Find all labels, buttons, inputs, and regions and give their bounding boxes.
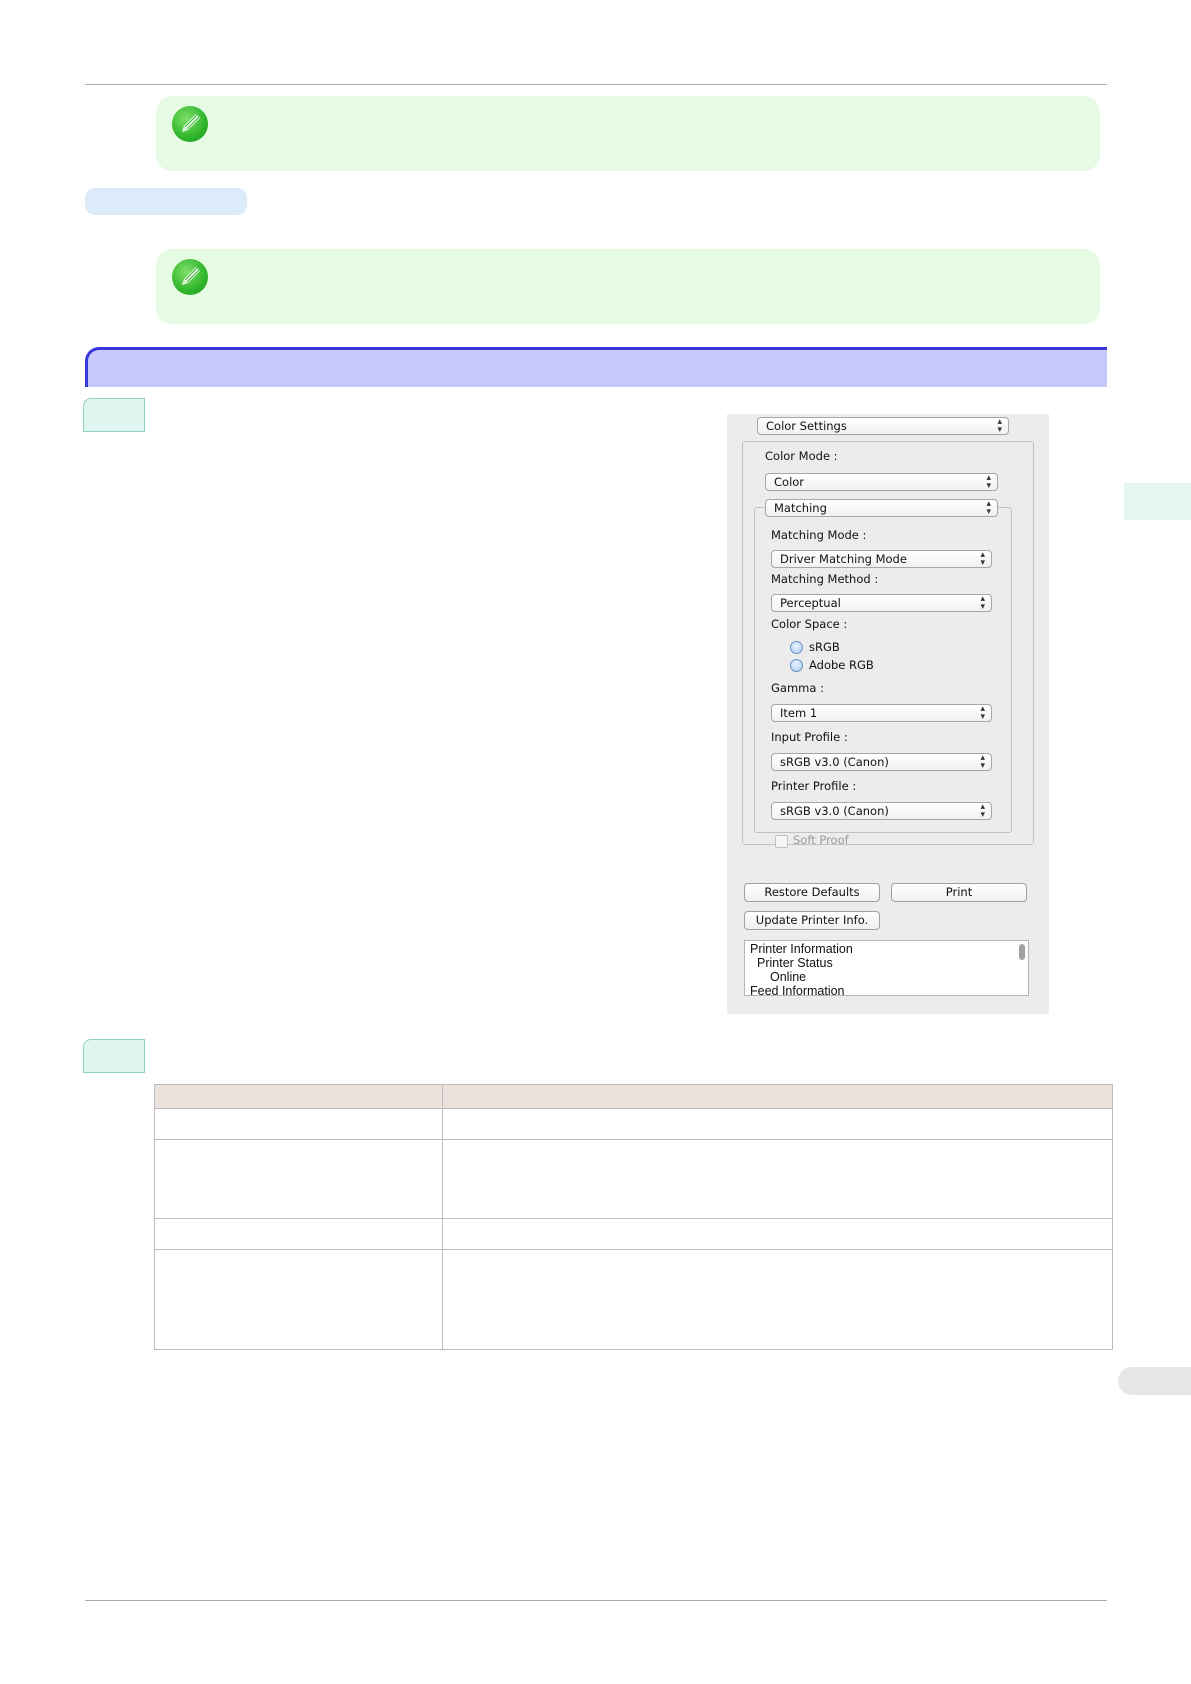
restore-defaults-button[interactable]: Restore Defaults [744, 883, 880, 902]
printer-profile-value: sRGB v3.0 (Canon) [780, 804, 889, 818]
updown-arrows-icon: ▴ ▾ [980, 704, 985, 722]
matching-method-value: Perceptual [780, 596, 841, 610]
page-side-tab [1118, 1367, 1191, 1395]
color-mode-popup[interactable]: Color ▴ ▾ [765, 473, 998, 491]
pencil-note-icon [172, 106, 208, 142]
step-badge [83, 1039, 145, 1073]
note-box [156, 96, 1100, 171]
input-profile-label: Input Profile : [771, 730, 848, 744]
gamma-value: Item 1 [780, 706, 818, 720]
matching-mode-popup[interactable]: Driver Matching Mode ▴ ▾ [771, 550, 992, 568]
table-header-row [154, 1084, 1113, 1109]
section-popup[interactable]: Color Settings ▴ ▾ [757, 417, 1009, 435]
section-popup-label: Color Settings [766, 419, 847, 433]
chapter-side-tab [1124, 483, 1191, 520]
step-badge [83, 398, 145, 432]
matching-popup[interactable]: Matching ▴ ▾ [765, 499, 998, 517]
section-heading-bar [85, 347, 1107, 387]
table-cell [442, 1218, 1113, 1250]
color-mode-value: Color [774, 475, 805, 489]
printer-info-list[interactable]: Printer Information Printer Status Onlin… [744, 940, 1029, 996]
header-rule [85, 84, 1107, 85]
updown-arrows-icon: ▴ ▾ [986, 499, 991, 517]
print-dialog-panel: Color Settings ▴ ▾ Color Mode : Color ▴ ▾ … [727, 414, 1049, 1014]
print-button[interactable]: Print [891, 883, 1027, 902]
table-cell [154, 1249, 443, 1350]
matching-mode-label: Matching Mode : [771, 528, 867, 542]
matching-method-label: Matching Method : [771, 572, 879, 586]
input-profile-popup[interactable]: sRGB v3.0 (Canon) ▴ ▾ [771, 753, 992, 771]
soft-proof-checkbox[interactable] [775, 835, 788, 848]
updown-arrows-icon: ▴ ▾ [986, 473, 991, 491]
printer-profile-label: Printer Profile : [771, 779, 857, 793]
soft-proof-label: Soft Proof [793, 833, 849, 847]
matching-popup-label: Matching [774, 501, 827, 515]
updown-arrows-icon: ▴ ▾ [980, 550, 985, 568]
pencil-note-icon [172, 259, 208, 295]
printer-info-line: Feed Information [750, 984, 845, 996]
updown-arrows-icon: ▴ ▾ [980, 594, 985, 612]
table-header-cell [154, 1084, 443, 1109]
input-profile-value: sRGB v3.0 (Canon) [780, 755, 889, 769]
adobe-rgb-radio[interactable] [790, 659, 803, 672]
table-cell [442, 1139, 1113, 1219]
table-cell [442, 1108, 1113, 1140]
updown-arrows-icon: ▴ ▾ [980, 802, 985, 820]
gamma-popup[interactable]: Item 1 ▴ ▾ [771, 704, 992, 722]
matching-method-popup[interactable]: Perceptual ▴ ▾ [771, 594, 992, 612]
matching-mode-value: Driver Matching Mode [780, 552, 907, 566]
adobe-rgb-radio-label: Adobe RGB [809, 658, 874, 672]
printer-info-line: Online [770, 970, 807, 984]
srgb-radio-label: sRGB [809, 640, 840, 654]
color-mode-label: Color Mode : [765, 449, 838, 463]
table-row [154, 1139, 1113, 1219]
update-printer-info-button[interactable]: Update Printer Info. [744, 911, 880, 930]
updown-arrows-icon: ▴ ▾ [997, 417, 1002, 435]
table-cell [154, 1139, 443, 1219]
table-row [154, 1218, 1113, 1250]
gamma-label: Gamma : [771, 681, 824, 695]
table-header-cell [442, 1084, 1113, 1109]
topic-tag [85, 188, 247, 215]
table-cell [442, 1249, 1113, 1350]
updown-arrows-icon: ▴ ▾ [980, 753, 985, 771]
color-space-label: Color Space : [771, 617, 848, 631]
table-row [154, 1108, 1113, 1140]
table-cell [154, 1218, 443, 1250]
srgb-radio[interactable] [790, 641, 803, 654]
scrollbar-thumb[interactable] [1019, 944, 1025, 960]
table-cell [154, 1108, 443, 1140]
footer-rule [85, 1600, 1107, 1601]
printer-info-line: Printer Information [750, 942, 853, 956]
printer-info-line: Printer Status [757, 956, 833, 970]
table-row [154, 1249, 1113, 1350]
settings-table [154, 1084, 1113, 1350]
note-box [156, 249, 1100, 324]
printer-profile-popup[interactable]: sRGB v3.0 (Canon) ▴ ▾ [771, 802, 992, 820]
